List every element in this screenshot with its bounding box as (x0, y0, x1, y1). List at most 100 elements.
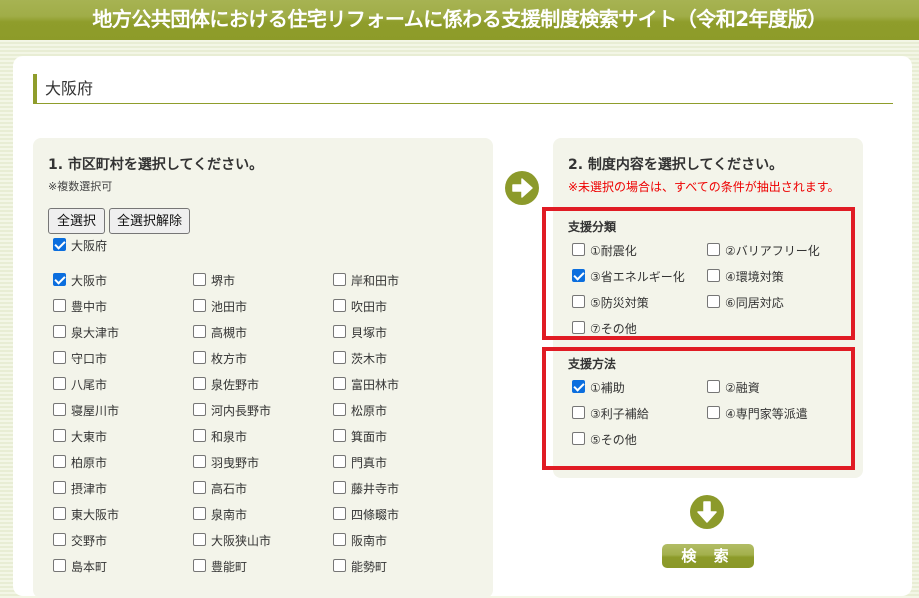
city-21-checkbox[interactable] (53, 455, 66, 468)
city-1-label: 堺市 (211, 274, 236, 288)
city-25-label: 高石市 (211, 482, 248, 496)
method-4-checkbox[interactable] (572, 432, 585, 445)
city-17-label: 松原市 (351, 404, 388, 418)
category-0-label: ①耐震化 (590, 244, 637, 258)
method-1-checkbox[interactable] (707, 380, 720, 393)
city-2-label: 岸和田市 (351, 274, 400, 288)
support-method-title: 支援方法 (568, 357, 617, 371)
category-4-checkbox[interactable] (572, 295, 585, 308)
support-category-title: 支援分類 (568, 220, 617, 234)
city-15-label: 寝屋川市 (71, 404, 120, 418)
method-3-label: ④専門家等派遣 (725, 407, 808, 421)
category-5-checkbox[interactable] (707, 295, 720, 308)
search-button[interactable]: 検 索 (662, 544, 754, 568)
city-21-label: 柏原市 (71, 456, 108, 470)
city-2-checkbox[interactable] (333, 273, 346, 286)
site-header: 地方公共団体における住宅リフォームに係わる支援制度検索サイト（令和2年度版） (0, 0, 919, 40)
city-7-label: 高槻市 (211, 326, 248, 340)
city-0-checkbox[interactable] (53, 273, 66, 286)
city-29-label: 四條畷市 (351, 508, 400, 522)
city-11-checkbox[interactable] (333, 351, 346, 364)
city-1-checkbox[interactable] (193, 273, 206, 286)
city-9-label: 守口市 (71, 352, 108, 366)
city-3-checkbox[interactable] (53, 299, 66, 312)
city-13-checkbox[interactable] (193, 377, 206, 390)
city-23-label: 門真市 (351, 456, 388, 470)
city-6-label: 泉大津市 (71, 326, 120, 340)
city-14-checkbox[interactable] (333, 377, 346, 390)
city-35-checkbox[interactable] (333, 559, 346, 572)
category-1-checkbox[interactable] (707, 243, 720, 256)
city-18-label: 大東市 (71, 430, 108, 444)
category-2-label: ③省エネルギー化 (590, 270, 685, 284)
city-22-checkbox[interactable] (193, 455, 206, 468)
city-12-label: 八尾市 (71, 378, 108, 392)
city-24-checkbox[interactable] (53, 481, 66, 494)
city-33-label: 島本町 (71, 560, 108, 574)
city-20-checkbox[interactable] (333, 429, 346, 442)
city-8-label: 貝塚市 (351, 326, 388, 340)
category-6-checkbox[interactable] (572, 321, 585, 334)
category-5-label: ⑥同居対応 (725, 296, 784, 310)
city-35-label: 能勢町 (351, 560, 388, 574)
city-28-checkbox[interactable] (193, 507, 206, 520)
city-32-checkbox[interactable] (333, 533, 346, 546)
city-5-checkbox[interactable] (333, 299, 346, 312)
prefecture-checkbox-label: 大阪府 (71, 239, 108, 253)
city-28-label: 泉南市 (211, 508, 248, 522)
city-8-checkbox[interactable] (333, 325, 346, 338)
city-17-checkbox[interactable] (333, 403, 346, 416)
method-0-checkbox[interactable] (572, 380, 585, 393)
city-24-label: 摂津市 (71, 482, 108, 496)
category-0-checkbox[interactable] (572, 243, 585, 256)
arrow-down-icon (690, 495, 724, 529)
category-2-checkbox[interactable] (572, 269, 585, 282)
arrow-right-icon (505, 171, 539, 205)
city-6-checkbox[interactable] (53, 325, 66, 338)
city-4-label: 池田市 (211, 300, 248, 314)
city-15-checkbox[interactable] (53, 403, 66, 416)
method-1-label: ②融資 (725, 381, 760, 395)
city-25-checkbox[interactable] (193, 481, 206, 494)
category-4-label: ⑤防災対策 (590, 296, 649, 310)
city-7-checkbox[interactable] (193, 325, 206, 338)
city-26-label: 藤井寺市 (351, 482, 400, 496)
city-30-label: 交野市 (71, 534, 108, 548)
city-19-checkbox[interactable] (193, 429, 206, 442)
city-22-label: 羽曳野市 (211, 456, 260, 470)
city-11-label: 茨木市 (351, 352, 388, 366)
city-27-label: 東大阪市 (71, 508, 120, 522)
city-29-checkbox[interactable] (333, 507, 346, 520)
city-27-checkbox[interactable] (53, 507, 66, 520)
city-34-checkbox[interactable] (193, 559, 206, 572)
city-30-checkbox[interactable] (53, 533, 66, 546)
select-all-button[interactable]: 全選択 (48, 208, 105, 234)
site-title: 地方公共団体における住宅リフォームに係わる支援制度検索サイト（令和2年度版） (92, 7, 827, 31)
city-33-checkbox[interactable] (53, 559, 66, 572)
city-23-checkbox[interactable] (333, 455, 346, 468)
method-3-checkbox[interactable] (707, 406, 720, 419)
step2-title: 2. 制度内容を選択してください。 (568, 157, 784, 173)
category-3-checkbox[interactable] (707, 269, 720, 282)
city-32-label: 阪南市 (351, 534, 388, 548)
category-6-label: ⑦その他 (590, 322, 637, 336)
city-10-checkbox[interactable] (193, 351, 206, 364)
city-5-label: 吹田市 (351, 300, 388, 314)
city-13-label: 泉佐野市 (211, 378, 260, 392)
prefecture-checkbox[interactable] (53, 238, 66, 251)
method-2-label: ③利子補給 (590, 407, 649, 421)
city-12-checkbox[interactable] (53, 377, 66, 390)
city-4-checkbox[interactable] (193, 299, 206, 312)
city-16-checkbox[interactable] (193, 403, 206, 416)
city-34-label: 豊能町 (211, 560, 248, 574)
city-18-checkbox[interactable] (53, 429, 66, 442)
method-2-checkbox[interactable] (572, 406, 585, 419)
city-14-label: 富田林市 (351, 378, 400, 392)
city-31-checkbox[interactable] (193, 533, 206, 546)
city-0-label: 大阪市 (71, 274, 108, 288)
city-10-label: 枚方市 (211, 352, 248, 366)
city-31-label: 大阪狭山市 (211, 534, 272, 548)
deselect-all-button[interactable]: 全選択解除 (109, 208, 190, 234)
city-26-checkbox[interactable] (333, 481, 346, 494)
city-9-checkbox[interactable] (53, 351, 66, 364)
